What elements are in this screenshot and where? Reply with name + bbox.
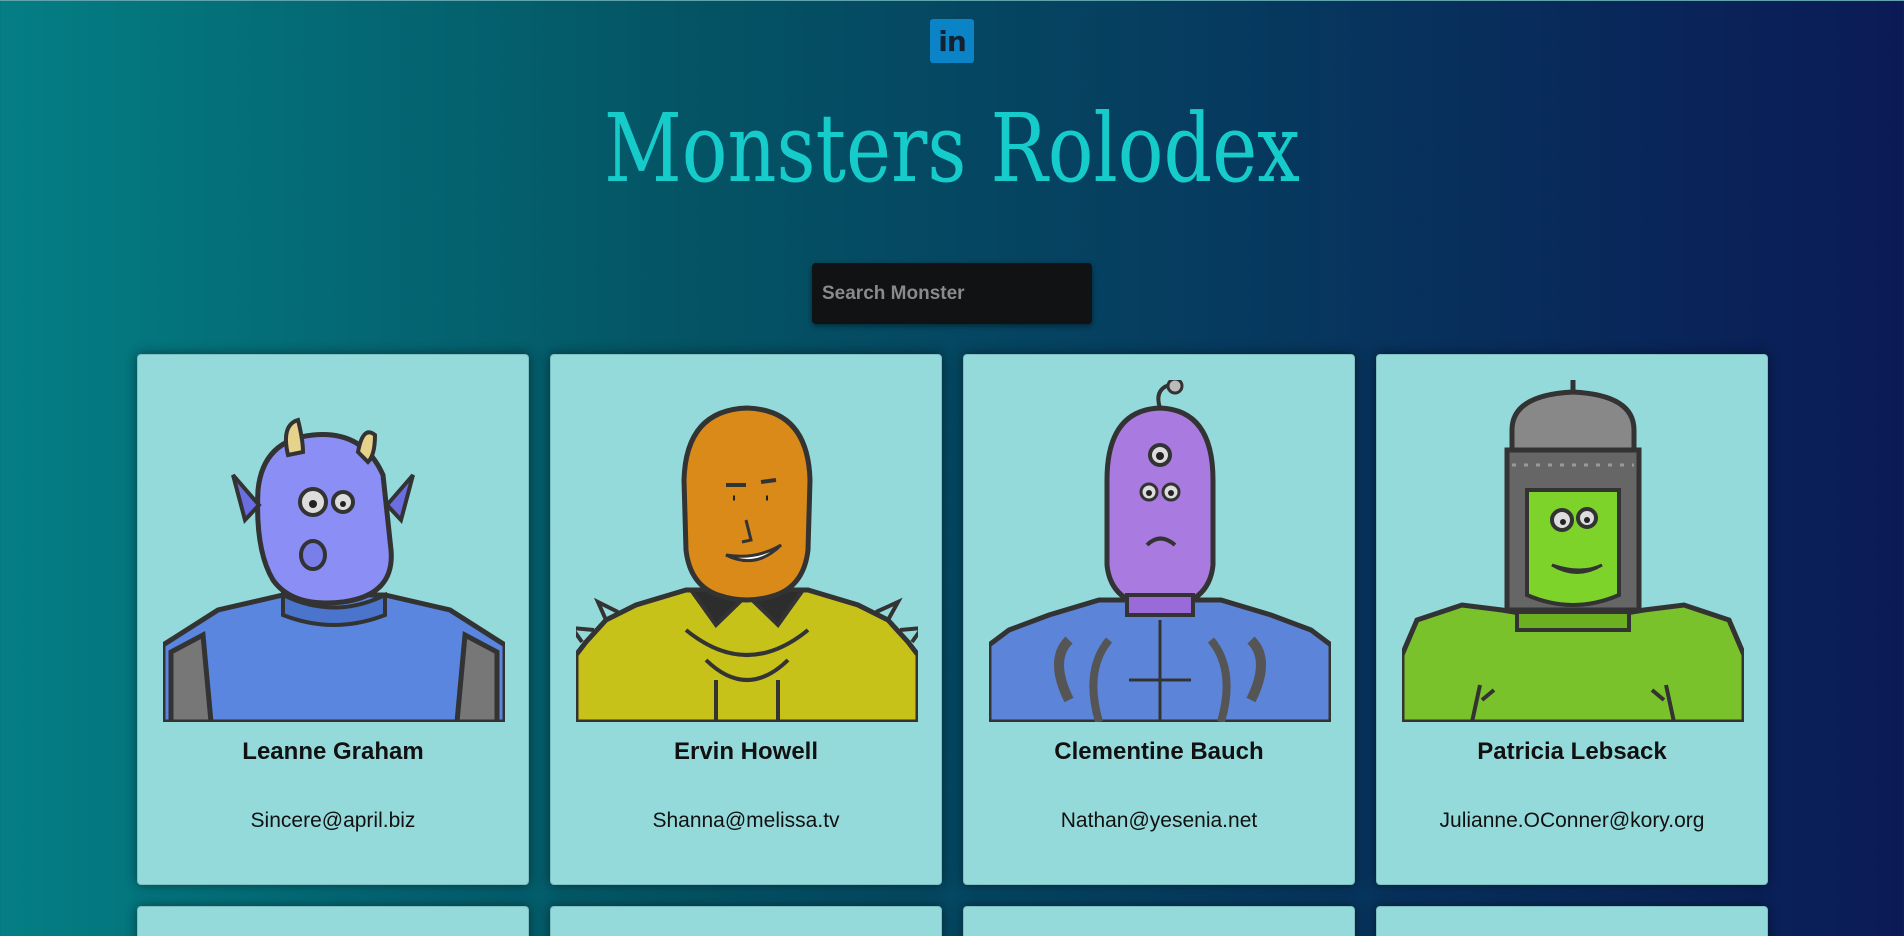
monster-name: Leanne Graham — [242, 738, 424, 765]
monster-name: Clementine Bauch — [1054, 738, 1264, 765]
monster-email: Nathan@yesenia.net — [1060, 809, 1258, 832]
green-robot-monster-icon — [1402, 380, 1744, 722]
search-input[interactable] — [812, 263, 1092, 324]
monster-card[interactable] — [137, 906, 529, 936]
monster-card[interactable]: Ervin Howell Shanna@melissa.tv — [550, 354, 942, 885]
monster-card[interactable] — [1376, 906, 1768, 936]
monster-card[interactable]: Clementine Bauch Nathan@yesenia.net — [963, 354, 1355, 885]
monster-card[interactable]: Patricia Lebsack Julianne.OConner@kory.o… — [1376, 354, 1768, 885]
blue-horned-monster-icon — [163, 417, 505, 722]
monster-name: Ervin Howell — [673, 738, 819, 765]
monster-email: Julianne.OConner@kory.org — [1439, 809, 1705, 832]
monster-name: Patricia Lebsack — [1477, 738, 1667, 765]
monster-email: Sincere@april.biz — [250, 809, 416, 832]
monster-card[interactable] — [963, 906, 1355, 936]
monster-email: Shanna@melissa.tv — [652, 809, 840, 832]
orange-spiky-monster-icon — [576, 405, 918, 722]
purple-three-eyed-monster-icon — [989, 380, 1331, 722]
linkedin-icon[interactable]: in — [930, 19, 974, 63]
top-border — [0, 0, 1904, 1]
monster-card[interactable] — [550, 906, 942, 936]
monster-card[interactable]: Leanne Graham Sincere@april.biz — [137, 354, 529, 885]
page-title: Monsters Rolodex — [603, 92, 1301, 204]
